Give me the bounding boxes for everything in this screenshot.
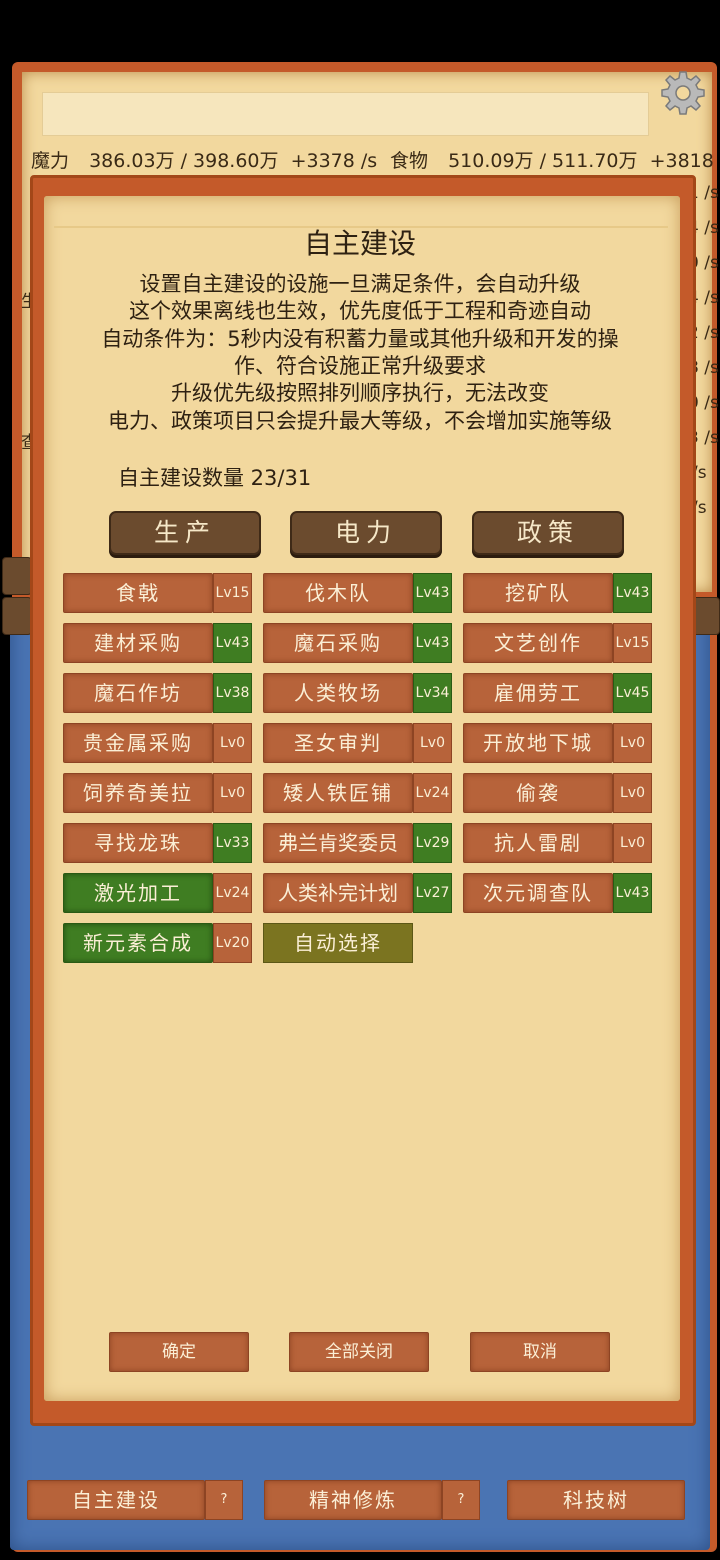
description-line: 设置自主建设的设施一旦满足条件，会自动升级	[139, 272, 581, 296]
level-badge: Lv34	[413, 673, 452, 713]
tab-power[interactable]: 电力	[290, 511, 442, 555]
level-badge: Lv0	[413, 723, 452, 763]
building-button[interactable]: 贵金属采购	[63, 723, 213, 763]
description-line: 这个效果离线也生效，优先度低于工程和奇迹自动	[129, 299, 591, 323]
level-badge: Lv38	[213, 673, 252, 713]
building-button[interactable]: 矮人铁匠铺	[263, 773, 413, 813]
close-all-button[interactable]: 全部关闭	[289, 1332, 429, 1372]
level-badge: Lv24	[213, 873, 252, 913]
level-badge: Lv33	[213, 823, 252, 863]
left-edge-tab[interactable]	[2, 557, 32, 595]
level-badge: Lv15	[213, 573, 252, 613]
level-badge: Lv20	[213, 923, 252, 963]
level-badge: Lv24	[413, 773, 452, 813]
level-badge: Lv43	[613, 873, 652, 913]
auto-select-button[interactable]: 自动选择	[263, 923, 413, 963]
level-badge: Lv43	[413, 623, 452, 663]
building-button[interactable]: 次元调查队	[463, 873, 613, 913]
spirit-training-button[interactable]: 精神修炼	[264, 1480, 442, 1520]
level-badge: Lv0	[213, 773, 252, 813]
building-button[interactable]: 饲养奇美拉	[63, 773, 213, 813]
tech-tree-button[interactable]: 科技树	[507, 1480, 685, 1520]
building-button[interactable]: 文艺创作	[463, 623, 613, 663]
food-value: 510.09万 / 511.70万	[448, 150, 638, 172]
building-button[interactable]: 雇佣劳工	[463, 673, 613, 713]
description-line: 升级优先级按照排列顺序执行，无法改变	[171, 381, 549, 405]
level-badge: Lv43	[413, 573, 452, 613]
level-badge: Lv45	[613, 673, 652, 713]
auto-build-button[interactable]: 自主建设	[27, 1480, 205, 1520]
auto-build-count: 自主建设数量 23/31	[118, 466, 312, 490]
help-button[interactable]: ?	[205, 1480, 243, 1520]
building-button[interactable]: 魔石采购	[263, 623, 413, 663]
level-badge: Lv0	[613, 773, 652, 813]
level-badge: Lv27	[413, 873, 452, 913]
confirm-button[interactable]: 确定	[109, 1332, 249, 1372]
building-button[interactable]: 魔石作坊	[63, 673, 213, 713]
building-button[interactable]: 建材采购	[63, 623, 213, 663]
building-button[interactable]: 人类补完计划	[263, 873, 413, 913]
level-badge: Lv43	[213, 623, 252, 663]
mana-value: 386.03万 / 398.60万	[89, 150, 279, 172]
description-line: 电力、政策项目只会提升最大等级，不会增加实施等级	[108, 409, 612, 433]
mana-resource: 魔力 386.03万 / 398.60万 +3378 /s	[31, 146, 377, 173]
building-button[interactable]: 人类牧场	[263, 673, 413, 713]
building-button[interactable]: 新元素合成	[63, 923, 213, 963]
help-button[interactable]: ?	[442, 1480, 480, 1520]
building-button[interactable]: 偷袭	[463, 773, 613, 813]
building-button[interactable]: 寻找龙珠	[63, 823, 213, 863]
building-button[interactable]: 弗兰肯奖委员	[263, 823, 413, 863]
building-button[interactable]: 激光加工	[63, 873, 213, 913]
building-button[interactable]: 伐木队	[263, 573, 413, 613]
level-badge: Lv15	[613, 623, 652, 663]
tab-policy[interactable]: 政策	[472, 511, 624, 555]
left-edge-tab[interactable]	[2, 597, 32, 635]
building-button[interactable]: 抗人雷剧	[463, 823, 613, 863]
mana-name: 魔力	[31, 150, 70, 172]
food-name: 食物	[390, 150, 429, 172]
building-button[interactable]: 开放地下城	[463, 723, 613, 763]
level-badge: Lv0	[613, 823, 652, 863]
status-bar	[0, 0, 720, 52]
top-info-field	[42, 92, 649, 136]
food-resource: 食物 510.09万 / 511.70万 +3818 /s	[390, 146, 720, 173]
gear-icon[interactable]	[660, 70, 706, 116]
level-badge: Lv0	[613, 723, 652, 763]
level-badge: Lv43	[613, 573, 652, 613]
building-button[interactable]: 挖矿队	[463, 573, 613, 613]
description-line: 作、符合设施正常升级要求	[234, 354, 486, 378]
description-line: 自动条件为：5秒内没有积蓄力量或其他升级和开发的操	[101, 327, 619, 351]
cancel-button[interactable]: 取消	[470, 1332, 610, 1372]
food-rate: +3818 /s	[649, 150, 720, 172]
building-button[interactable]: 食戟	[63, 573, 213, 613]
dialog-title: 自主建设	[303, 227, 416, 260]
building-button[interactable]: 圣女审判	[263, 723, 413, 763]
tab-production[interactable]: 生产	[109, 511, 261, 555]
level-badge: Lv29	[413, 823, 452, 863]
level-badge: Lv0	[213, 723, 252, 763]
mana-rate: +3378 /s	[290, 150, 378, 172]
